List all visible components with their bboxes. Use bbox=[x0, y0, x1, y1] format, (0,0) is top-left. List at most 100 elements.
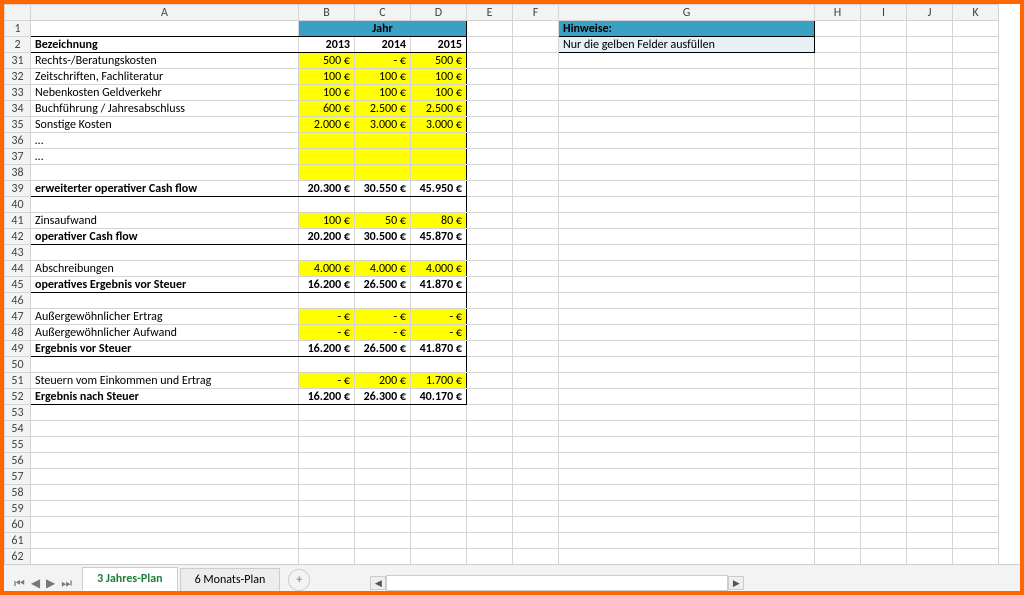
table-row[interactable]: 52Ergebnis nach Steuer16.200 €26.300 €40… bbox=[5, 389, 999, 405]
cell[interactable] bbox=[953, 101, 999, 117]
cell[interactable] bbox=[815, 213, 861, 229]
cell[interactable] bbox=[861, 85, 907, 101]
value-cell[interactable]: 41.870 € bbox=[411, 341, 467, 357]
cell[interactable] bbox=[513, 197, 559, 213]
value-cell[interactable]: 500 € bbox=[411, 53, 467, 69]
sheet-tab-other[interactable]: 6 Monats-Plan bbox=[180, 568, 281, 591]
cell[interactable] bbox=[513, 117, 559, 133]
cell[interactable] bbox=[815, 149, 861, 165]
cell[interactable] bbox=[861, 357, 907, 373]
cell[interactable] bbox=[907, 229, 953, 245]
col-D[interactable]: D bbox=[411, 5, 467, 21]
table-row[interactable]: 33Nebenkosten Geldverkehr100 €100 €100 € bbox=[5, 85, 999, 101]
cell[interactable] bbox=[861, 501, 907, 517]
cell[interactable] bbox=[559, 85, 815, 101]
cell[interactable] bbox=[467, 261, 513, 277]
year-2013[interactable]: 2013 bbox=[299, 37, 355, 53]
row-label[interactable]: operativer Cash flow bbox=[31, 229, 299, 245]
scroll-left-button[interactable]: ◀ bbox=[370, 576, 386, 590]
row-label[interactable]: Außergewöhnlicher Ertrag bbox=[31, 309, 299, 325]
scroll-right-button[interactable]: ▶ bbox=[728, 576, 744, 590]
cell[interactable] bbox=[907, 117, 953, 133]
cell[interactable] bbox=[815, 165, 861, 181]
col-A[interactable]: A bbox=[31, 5, 299, 21]
row-label[interactable]: Nebenkosten Geldverkehr bbox=[31, 85, 299, 101]
cell[interactable] bbox=[815, 501, 861, 517]
value-cell[interactable]: 600 € bbox=[299, 101, 355, 117]
cell[interactable] bbox=[907, 549, 953, 565]
cell[interactable] bbox=[861, 53, 907, 69]
cell[interactable] bbox=[467, 549, 513, 565]
cell[interactable] bbox=[559, 405, 815, 421]
cell[interactable] bbox=[355, 469, 411, 485]
cell[interactable] bbox=[513, 533, 559, 549]
table-row[interactable]: 56 bbox=[5, 453, 999, 469]
cell[interactable] bbox=[411, 501, 467, 517]
cell[interactable] bbox=[953, 485, 999, 501]
cell[interactable] bbox=[953, 341, 999, 357]
cell[interactable] bbox=[815, 469, 861, 485]
cell[interactable] bbox=[907, 277, 953, 293]
row-header[interactable]: 36 bbox=[5, 133, 31, 149]
cell[interactable] bbox=[907, 245, 953, 261]
cell[interactable] bbox=[907, 485, 953, 501]
cell[interactable] bbox=[953, 453, 999, 469]
row-header[interactable]: 52 bbox=[5, 389, 31, 405]
cell[interactable] bbox=[953, 277, 999, 293]
value-cell[interactable]: 50 € bbox=[355, 213, 411, 229]
cell[interactable] bbox=[907, 309, 953, 325]
cell[interactable] bbox=[861, 165, 907, 181]
cell[interactable] bbox=[355, 453, 411, 469]
cell[interactable] bbox=[861, 485, 907, 501]
cell[interactable] bbox=[907, 341, 953, 357]
cell[interactable] bbox=[411, 453, 467, 469]
cell[interactable] bbox=[907, 293, 953, 309]
cell[interactable] bbox=[861, 389, 907, 405]
cell[interactable] bbox=[559, 133, 815, 149]
row-header[interactable]: 53 bbox=[5, 405, 31, 421]
value-cell[interactable]: - € bbox=[299, 373, 355, 389]
table-row[interactable]: 45operatives Ergebnis vor Steuer16.200 €… bbox=[5, 277, 999, 293]
table-row[interactable]: 32Zeitschriften, Fachliteratur100 €100 €… bbox=[5, 69, 999, 85]
value-cell[interactable]: 100 € bbox=[355, 85, 411, 101]
cell[interactable] bbox=[467, 229, 513, 245]
table-row[interactable]: 58 bbox=[5, 485, 999, 501]
cell[interactable] bbox=[559, 197, 815, 213]
table-row[interactable]: 42operativer Cash flow20.200 €30.500 €45… bbox=[5, 229, 999, 245]
value-cell[interactable]: 100 € bbox=[299, 213, 355, 229]
value-cell[interactable]: 100 € bbox=[299, 85, 355, 101]
cell[interactable] bbox=[815, 101, 861, 117]
value-cell[interactable] bbox=[299, 165, 355, 181]
cell[interactable] bbox=[559, 101, 815, 117]
cell[interactable] bbox=[31, 421, 299, 437]
value-cell[interactable]: - € bbox=[355, 309, 411, 325]
row-label[interactable]: Ergebnis nach Steuer bbox=[31, 389, 299, 405]
cell[interactable] bbox=[299, 549, 355, 565]
cell[interactable] bbox=[953, 165, 999, 181]
value-cell[interactable]: 2.500 € bbox=[411, 101, 467, 117]
table-row[interactable]: 40 bbox=[5, 197, 999, 213]
value-cell[interactable] bbox=[355, 165, 411, 181]
row-header[interactable]: 43 bbox=[5, 245, 31, 261]
value-cell[interactable]: 3.000 € bbox=[355, 117, 411, 133]
cell[interactable] bbox=[513, 341, 559, 357]
table-row[interactable]: 53 bbox=[5, 405, 999, 421]
col-E[interactable]: E bbox=[467, 5, 513, 21]
cell[interactable] bbox=[411, 421, 467, 437]
row-label[interactable] bbox=[31, 357, 299, 373]
value-cell[interactable] bbox=[411, 133, 467, 149]
cell[interactable] bbox=[513, 293, 559, 309]
cell[interactable] bbox=[559, 341, 815, 357]
table-row[interactable]: 59 bbox=[5, 501, 999, 517]
value-cell[interactable] bbox=[411, 197, 467, 213]
jahr-header[interactable]: Jahr bbox=[299, 21, 467, 37]
cell[interactable] bbox=[559, 165, 815, 181]
row-label[interactable]: Buchführung / Jahresabschluss bbox=[31, 101, 299, 117]
cell[interactable] bbox=[467, 341, 513, 357]
row-label[interactable]: Sonstige Kosten bbox=[31, 117, 299, 133]
cell[interactable] bbox=[31, 549, 299, 565]
cell[interactable] bbox=[513, 133, 559, 149]
cell[interactable] bbox=[467, 325, 513, 341]
row-header[interactable]: 57 bbox=[5, 469, 31, 485]
table-row[interactable]: 54 bbox=[5, 421, 999, 437]
